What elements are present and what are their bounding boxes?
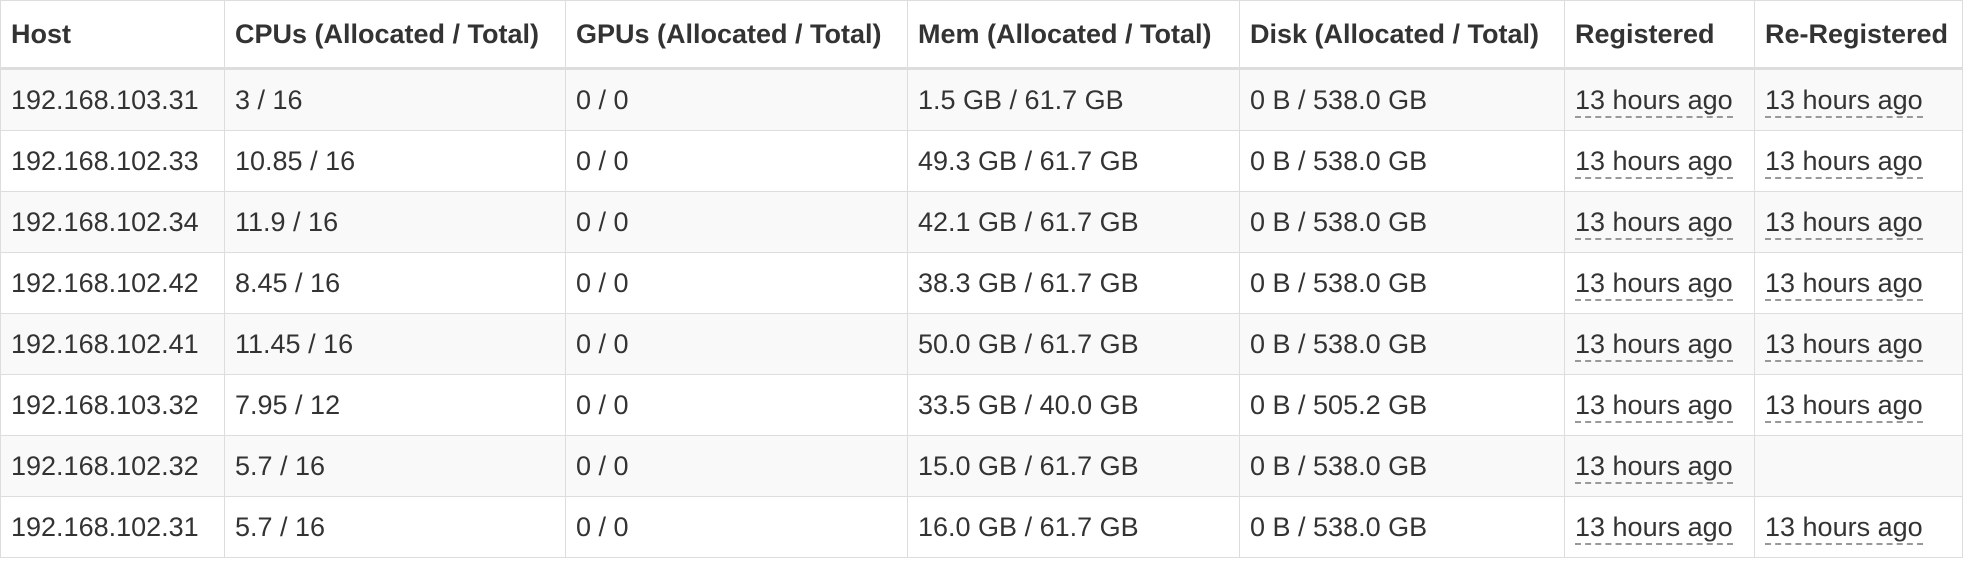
reregistered-cell: 13 hours ago <box>1754 313 1963 375</box>
registered-timeago[interactable]: 13 hours ago <box>1575 450 1733 484</box>
reregistered-timeago[interactable]: 13 hours ago <box>1765 267 1923 301</box>
reregistered-cell: 13 hours ago <box>1754 252 1963 314</box>
host-link[interactable]: 192.168.102.31 <box>11 512 199 542</box>
table-row: 192.168.102.41 11.45 / 16 0 / 0 50.0 GB … <box>0 313 1963 375</box>
reregistered-cell: 13 hours ago <box>1754 496 1963 558</box>
table-row: 192.168.102.32 5.7 / 16 0 / 0 15.0 GB / … <box>0 435 1963 497</box>
column-header-cpus[interactable]: CPUs (Allocated / Total) <box>224 0 566 70</box>
reregistered-timeago[interactable]: 13 hours ago <box>1765 328 1923 362</box>
reregistered-timeago[interactable]: 13 hours ago <box>1765 206 1923 240</box>
column-header-host[interactable]: Host <box>0 0 225 70</box>
registered-timeago[interactable]: 13 hours ago <box>1575 206 1733 240</box>
gpus-cell: 0 / 0 <box>565 496 908 558</box>
mem-cell: 49.3 GB / 61.7 GB <box>907 130 1240 192</box>
host-link[interactable]: 192.168.102.32 <box>11 451 199 481</box>
gpus-cell: 0 / 0 <box>565 68 908 131</box>
cpus-cell: 8.45 / 16 <box>224 252 566 314</box>
mem-cell: 38.3 GB / 61.7 GB <box>907 252 1240 314</box>
disk-cell: 0 B / 538.0 GB <box>1239 252 1565 314</box>
mem-cell: 1.5 GB / 61.7 GB <box>907 68 1240 131</box>
table-header: Host CPUs (Allocated / Total) GPUs (Allo… <box>0 0 1963 70</box>
gpus-cell: 0 / 0 <box>565 252 908 314</box>
reregistered-timeago[interactable]: 13 hours ago <box>1765 511 1923 545</box>
registered-timeago[interactable]: 13 hours ago <box>1575 145 1733 179</box>
column-header-registered[interactable]: Registered <box>1564 0 1755 70</box>
reregistered-cell: 13 hours ago <box>1754 68 1963 131</box>
reregistered-cell <box>1754 435 1963 497</box>
registered-timeago[interactable]: 13 hours ago <box>1575 267 1733 301</box>
registered-cell: 13 hours ago <box>1564 313 1755 375</box>
disk-cell: 0 B / 538.0 GB <box>1239 68 1565 131</box>
reregistered-timeago[interactable]: 13 hours ago <box>1765 389 1923 423</box>
agents-table-container: Host CPUs (Allocated / Total) GPUs (Allo… <box>0 0 1980 558</box>
host-cell[interactable]: 192.168.102.41 <box>0 313 225 375</box>
cpus-cell: 5.7 / 16 <box>224 496 566 558</box>
registered-cell: 13 hours ago <box>1564 435 1755 497</box>
host-cell[interactable]: 192.168.102.34 <box>0 191 225 253</box>
cpus-cell: 3 / 16 <box>224 68 566 131</box>
host-link[interactable]: 192.168.102.33 <box>11 146 199 176</box>
disk-cell: 0 B / 538.0 GB <box>1239 191 1565 253</box>
table-row: 192.168.102.42 8.45 / 16 0 / 0 38.3 GB /… <box>0 252 1963 314</box>
table-body: 192.168.103.31 3 / 16 0 / 0 1.5 GB / 61.… <box>0 68 1963 558</box>
table-row: 192.168.103.31 3 / 16 0 / 0 1.5 GB / 61.… <box>0 68 1963 131</box>
cpus-cell: 11.9 / 16 <box>224 191 566 253</box>
reregistered-cell: 13 hours ago <box>1754 191 1963 253</box>
column-header-reregistered[interactable]: Re-Registered <box>1754 0 1963 70</box>
host-cell[interactable]: 192.168.102.32 <box>0 435 225 497</box>
mem-cell: 16.0 GB / 61.7 GB <box>907 496 1240 558</box>
disk-cell: 0 B / 538.0 GB <box>1239 435 1565 497</box>
disk-cell: 0 B / 538.0 GB <box>1239 130 1565 192</box>
reregistered-cell: 13 hours ago <box>1754 130 1963 192</box>
gpus-cell: 0 / 0 <box>565 435 908 497</box>
host-link[interactable]: 192.168.103.31 <box>11 85 199 115</box>
cpus-cell: 7.95 / 12 <box>224 374 566 436</box>
column-header-disk[interactable]: Disk (Allocated / Total) <box>1239 0 1565 70</box>
registered-cell: 13 hours ago <box>1564 374 1755 436</box>
table-row: 192.168.102.33 10.85 / 16 0 / 0 49.3 GB … <box>0 130 1963 192</box>
table-row: 192.168.102.34 11.9 / 16 0 / 0 42.1 GB /… <box>0 191 1963 253</box>
registered-timeago[interactable]: 13 hours ago <box>1575 511 1733 545</box>
gpus-cell: 0 / 0 <box>565 313 908 375</box>
registered-cell: 13 hours ago <box>1564 68 1755 131</box>
registered-cell: 13 hours ago <box>1564 191 1755 253</box>
gpus-cell: 0 / 0 <box>565 191 908 253</box>
host-link[interactable]: 192.168.102.42 <box>11 268 199 298</box>
registered-cell: 13 hours ago <box>1564 496 1755 558</box>
reregistered-timeago[interactable]: 13 hours ago <box>1765 84 1923 118</box>
table-row: 192.168.102.31 5.7 / 16 0 / 0 16.0 GB / … <box>0 496 1963 558</box>
disk-cell: 0 B / 538.0 GB <box>1239 313 1565 375</box>
host-cell[interactable]: 192.168.102.42 <box>0 252 225 314</box>
host-cell[interactable]: 192.168.102.33 <box>0 130 225 192</box>
host-cell[interactable]: 192.168.103.32 <box>0 374 225 436</box>
host-link[interactable]: 192.168.102.41 <box>11 329 199 359</box>
disk-cell: 0 B / 538.0 GB <box>1239 496 1565 558</box>
disk-cell: 0 B / 505.2 GB <box>1239 374 1565 436</box>
mem-cell: 42.1 GB / 61.7 GB <box>907 191 1240 253</box>
column-header-mem[interactable]: Mem (Allocated / Total) <box>907 0 1240 70</box>
reregistered-cell: 13 hours ago <box>1754 374 1963 436</box>
host-link[interactable]: 192.168.102.34 <box>11 207 199 237</box>
mem-cell: 15.0 GB / 61.7 GB <box>907 435 1240 497</box>
gpus-cell: 0 / 0 <box>565 130 908 192</box>
cpus-cell: 10.85 / 16 <box>224 130 566 192</box>
mem-cell: 50.0 GB / 61.7 GB <box>907 313 1240 375</box>
cpus-cell: 5.7 / 16 <box>224 435 566 497</box>
host-cell[interactable]: 192.168.102.31 <box>0 496 225 558</box>
column-header-gpus[interactable]: GPUs (Allocated / Total) <box>565 0 908 70</box>
agents-table: Host CPUs (Allocated / Total) GPUs (Allo… <box>0 0 1963 558</box>
registered-cell: 13 hours ago <box>1564 130 1755 192</box>
registered-timeago[interactable]: 13 hours ago <box>1575 328 1733 362</box>
cpus-cell: 11.45 / 16 <box>224 313 566 375</box>
host-link[interactable]: 192.168.103.32 <box>11 390 199 420</box>
mem-cell: 33.5 GB / 40.0 GB <box>907 374 1240 436</box>
header-row: Host CPUs (Allocated / Total) GPUs (Allo… <box>0 0 1963 70</box>
reregistered-timeago[interactable]: 13 hours ago <box>1765 145 1923 179</box>
host-cell[interactable]: 192.168.103.31 <box>0 68 225 131</box>
gpus-cell: 0 / 0 <box>565 374 908 436</box>
registered-timeago[interactable]: 13 hours ago <box>1575 84 1733 118</box>
registered-cell: 13 hours ago <box>1564 252 1755 314</box>
registered-timeago[interactable]: 13 hours ago <box>1575 389 1733 423</box>
table-row: 192.168.103.32 7.95 / 12 0 / 0 33.5 GB /… <box>0 374 1963 436</box>
